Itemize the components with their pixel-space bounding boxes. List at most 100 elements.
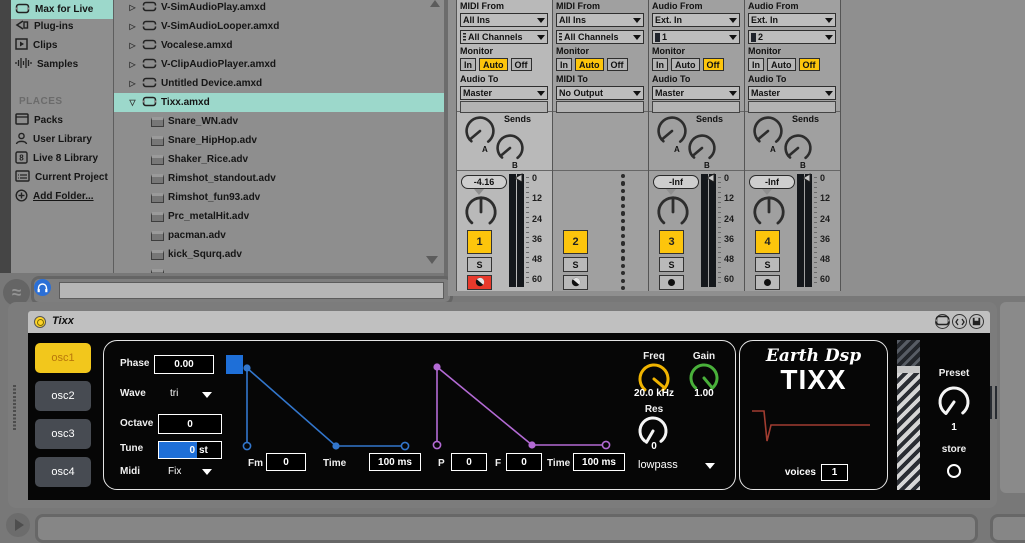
volume-field[interactable]: -4.16 <box>461 175 507 189</box>
monitor-auto-button[interactable]: Auto <box>767 58 796 71</box>
arm-button[interactable] <box>755 275 780 290</box>
save-disk-button[interactable] <box>969 314 984 329</box>
voices-field[interactable]: 1 <box>821 464 848 481</box>
list-item[interactable]: pacman.adv <box>114 226 444 245</box>
track-activator-button[interactable]: 1 <box>467 230 492 254</box>
list-item[interactable]: Shaker_Rice.adv <box>114 150 444 169</box>
fm-field[interactable]: 0 <box>266 453 306 471</box>
sidebar-item-clips[interactable]: Clips <box>11 36 113 55</box>
tab-osc4[interactable]: osc4 <box>35 457 91 487</box>
preview-bar[interactable] <box>31 276 453 305</box>
sidebar-item-current-project[interactable]: Current Project <box>11 168 113 187</box>
input-channel-select[interactable]: All Channels <box>460 30 548 44</box>
monitor-in-button[interactable]: In <box>652 58 668 71</box>
expand-icon[interactable]: ▷ <box>127 41 138 50</box>
input-channel-select[interactable]: 1 <box>652 30 740 44</box>
chevron-down-icon[interactable] <box>705 463 715 469</box>
monitor-off-button[interactable]: Off <box>607 58 628 71</box>
output-select[interactable]: Master <box>652 86 740 100</box>
track-3[interactable]: Audio FromExt. In1MonitorInAutoOffAudio … <box>649 0 745 291</box>
tab-osc3[interactable]: osc3 <box>35 419 91 449</box>
monitor-off-button[interactable]: Off <box>511 58 532 71</box>
tune-slider[interactable]: 0 st <box>158 441 222 459</box>
send-a-knob[interactable] <box>752 115 784 152</box>
solo-button[interactable]: S <box>755 257 780 272</box>
arm-button[interactable] <box>563 275 588 290</box>
list-item[interactable]: Prc_metalHit.adv <box>114 207 444 226</box>
tab-osc1[interactable]: osc1 <box>35 343 91 373</box>
monitor-in-button[interactable]: In <box>556 58 572 71</box>
expand-icon[interactable]: ▷ <box>127 79 138 88</box>
output-select[interactable]: No Output <box>556 86 644 100</box>
send-b-knob[interactable] <box>495 133 525 168</box>
browser-file-list[interactable]: ▷V-SimAudioPlay.amxd▷V-SimAudioLooper.am… <box>114 0 444 273</box>
sidebar-item-user-library[interactable]: User Library <box>11 130 113 149</box>
list-item[interactable]: Snare_HipHop.adv <box>114 131 444 150</box>
panel-resize-handle[interactable] <box>990 386 997 419</box>
track-4[interactable]: Audio FromExt. In2MonitorInAutoOffAudio … <box>745 0 841 291</box>
send-a-knob[interactable] <box>656 115 688 152</box>
pitch-time-field[interactable]: 100 ms <box>573 453 625 471</box>
pan-knob[interactable] <box>656 195 690 234</box>
sidebar-item-plug-ins[interactable]: Plug-ins <box>11 17 113 36</box>
headphone-icon[interactable] <box>34 279 51 296</box>
chevron-down-icon[interactable] <box>202 469 212 475</box>
list-item[interactable]: Rimshot_fun93.adv <box>114 188 444 207</box>
collapse-icon[interactable]: ▽ <box>127 98 138 107</box>
wave-select[interactable]: tri <box>170 388 178 399</box>
input-type-select[interactable]: All Ins <box>460 13 548 27</box>
list-item[interactable] <box>114 264 444 273</box>
sidebar-item-samples[interactable]: Samples <box>11 55 113 74</box>
sidebar-item-packs[interactable]: Packs <box>11 111 113 130</box>
input-type-select[interactable]: All Ins <box>556 13 644 27</box>
list-item[interactable]: Snare_WN.adv <box>114 112 444 131</box>
amp-time-field[interactable]: 100 ms <box>369 453 421 471</box>
output-select[interactable]: Master <box>748 86 836 100</box>
track-1[interactable]: MIDI FromAll InsAll ChannelsMonitorInAut… <box>457 0 553 291</box>
input-type-select[interactable]: Ext. In <box>748 13 836 27</box>
monitor-off-button[interactable]: Off <box>799 58 820 71</box>
output-select[interactable]: Master <box>460 86 548 100</box>
preset-knob[interactable] <box>937 385 971 424</box>
phase-field[interactable]: 0.00 <box>154 355 214 374</box>
device-title-bar[interactable]: Tixx <box>28 311 990 333</box>
device-on-led[interactable] <box>34 316 46 328</box>
list-item[interactable]: ▷V-SimAudioPlay.amxd <box>114 0 444 17</box>
monitor-in-button[interactable]: In <box>460 58 476 71</box>
fader-triangle-icon[interactable] <box>706 173 715 183</box>
pitch-envelope-display[interactable] <box>427 357 617 457</box>
input-channel-select[interactable]: 2 <box>748 30 836 44</box>
track-activator-button[interactable]: 4 <box>755 230 780 254</box>
max-device-button[interactable] <box>935 314 950 329</box>
device-drag-handle[interactable] <box>13 385 16 431</box>
filter-type-select[interactable]: lowpass <box>638 459 678 471</box>
store-button[interactable] <box>947 464 961 478</box>
list-item[interactable]: kick_Squrq.adv <box>114 245 444 264</box>
track-activator-button[interactable]: 3 <box>659 230 684 254</box>
monitor-in-button[interactable]: In <box>748 58 764 71</box>
scroll-down-icon[interactable] <box>426 256 438 264</box>
track-activator-button[interactable]: 2 <box>563 230 588 254</box>
list-item[interactable]: ▷V-ClipAudioPlayer.amxd <box>114 55 444 74</box>
send-b-knob[interactable] <box>783 133 813 168</box>
volume-field[interactable]: -Inf <box>653 175 699 189</box>
monitor-auto-button[interactable]: Auto <box>671 58 700 71</box>
expand-icon[interactable]: ▷ <box>127 60 138 69</box>
monitor-auto-button[interactable]: Auto <box>479 58 508 71</box>
amp-envelope-display[interactable] <box>237 358 417 458</box>
arm-button[interactable] <box>467 275 492 290</box>
sidebar-item-live-8-library[interactable]: 8Live 8 Library <box>11 149 113 168</box>
arm-button[interactable] <box>659 275 684 290</box>
list-item[interactable]: ▷Vocalese.amxd <box>114 36 444 55</box>
expand-icon[interactable]: ▷ <box>127 3 138 12</box>
solo-button[interactable]: S <box>563 257 588 272</box>
pan-knob[interactable] <box>752 195 786 234</box>
input-type-select[interactable]: Ext. In <box>652 13 740 27</box>
send-b-knob[interactable] <box>687 133 717 168</box>
fader-triangle-icon[interactable] <box>514 173 523 183</box>
list-item[interactable]: ▷Untitled Device.amxd <box>114 74 444 93</box>
fader-triangle-icon[interactable] <box>802 173 811 183</box>
tab-osc2[interactable]: osc2 <box>35 381 91 411</box>
scroll-up-icon[interactable] <box>430 0 440 7</box>
track-2[interactable]: MIDI FromAll InsAll ChannelsMonitorInAut… <box>553 0 649 291</box>
